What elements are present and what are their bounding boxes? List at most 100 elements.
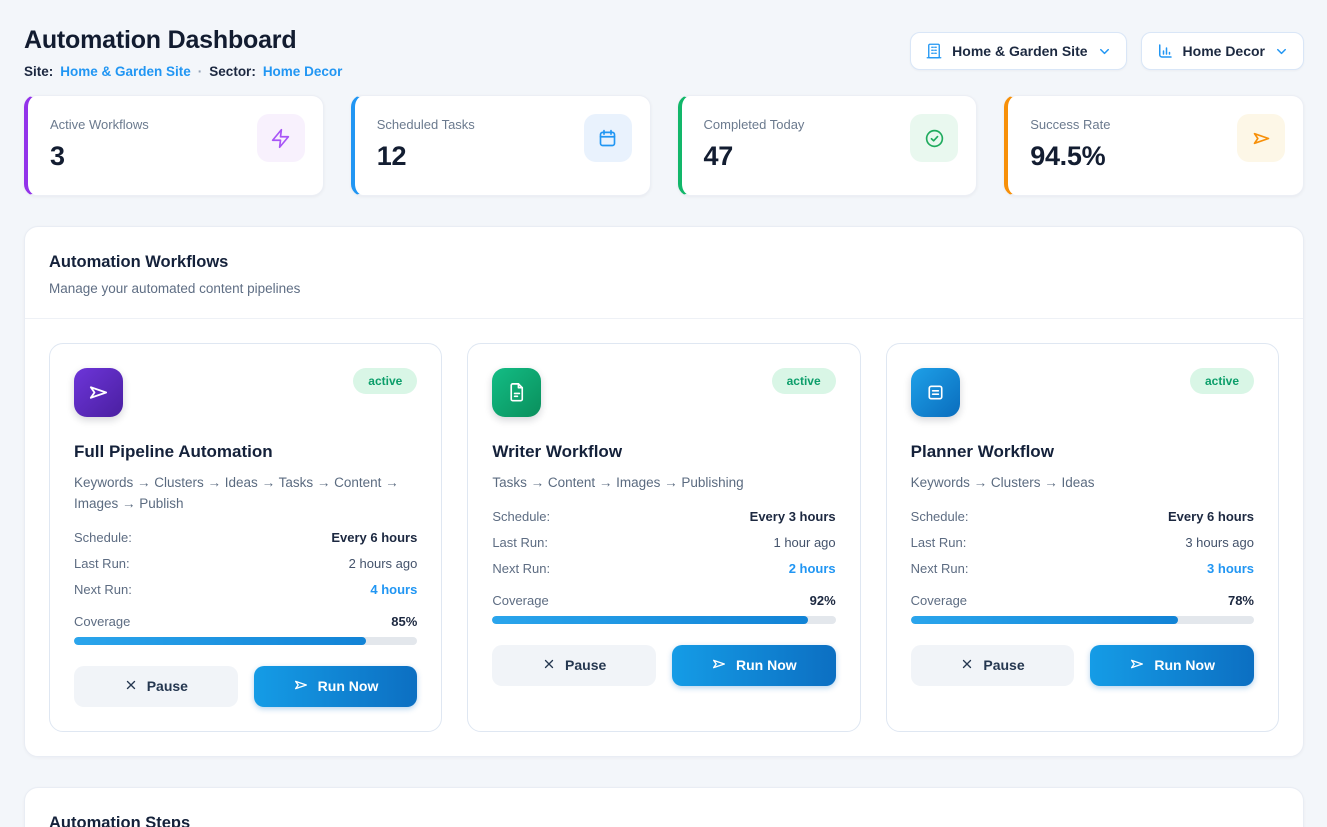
stats-row: Active Workflows 3 Scheduled Tasks 12 Co… [24, 95, 1304, 196]
site-label: Site: [24, 64, 53, 79]
bar-chart-icon [1156, 42, 1174, 60]
coverage-value: 78% [1228, 593, 1254, 608]
schedule-value: Every 3 hours [750, 509, 836, 524]
workflow-card-top: active [492, 368, 835, 417]
workflow-pipeline: Keywords → Clusters → Ideas → Tasks → Co… [74, 473, 417, 515]
workflow-title: Writer Workflow [492, 442, 835, 462]
page-title: Automation Dashboard [24, 26, 342, 55]
pause-button-label: Pause [565, 657, 606, 673]
header-left: Automation Dashboard Site: Home & Garden… [24, 26, 342, 79]
workflow-meta: Schedule: Every 6 hours Last Run: 3 hours … [911, 509, 1254, 587]
workflow-card-full-pipeline: active Full Pipeline Automation Keywords… [49, 343, 442, 732]
lightning-icon [257, 114, 305, 162]
coverage-progress-fill [492, 616, 808, 624]
workflow-meta: Schedule: Every 6 hours Last Run: 2 hours … [74, 530, 417, 608]
workflow-title: Planner Workflow [911, 442, 1254, 462]
pause-button-label: Pause [147, 678, 188, 694]
pause-button[interactable]: Pause [492, 645, 656, 686]
calendar-icon [584, 114, 632, 162]
coverage-label: Coverage [74, 614, 130, 629]
site-selector-dropdown[interactable]: Home & Garden Site [910, 32, 1126, 70]
workflows-panel-header: Automation Workflows Manage your automat… [25, 227, 1303, 319]
stat-card-scheduled-tasks: Scheduled Tasks 12 [351, 95, 651, 196]
workflow-pipeline: Tasks → Content → Images → Publishing [492, 473, 835, 494]
x-icon [960, 657, 974, 674]
steps-panel-header: Automation Steps Configure which steps a… [25, 788, 1303, 827]
sector-selector-dropdown[interactable]: Home Decor [1141, 32, 1304, 70]
site-link[interactable]: Home & Garden Site [60, 64, 191, 79]
coverage-progressbar [74, 637, 417, 645]
send-icon [293, 677, 309, 696]
stat-card-completed-today: Completed Today 47 [678, 95, 978, 196]
run-now-button[interactable]: Run Now [254, 666, 418, 707]
workflow-title: Full Pipeline Automation [74, 442, 417, 462]
building-icon [925, 42, 943, 60]
workflow-pipeline: Keywords → Clusters → Ideas [911, 473, 1254, 494]
coverage-value: 92% [810, 593, 836, 608]
list-icon [911, 368, 960, 417]
run-now-button-label: Run Now [1154, 657, 1215, 673]
last-run-value: 3 hours ago [1185, 535, 1254, 550]
workflow-cards-grid: active Full Pipeline Automation Keywords… [25, 319, 1303, 756]
coverage-label: Coverage [911, 593, 967, 608]
workflow-card-top: active [74, 368, 417, 417]
schedule-label: Schedule: [492, 509, 550, 524]
schedule-value: Every 6 hours [331, 530, 417, 545]
coverage-block: Coverage 92% [492, 593, 835, 624]
workflows-panel-subtitle: Manage your automated content pipelines [49, 281, 1279, 296]
header-selectors: Home & Garden Site Home Decor [910, 32, 1304, 70]
workflow-card-top: active [911, 368, 1254, 417]
separator-dot: · [198, 64, 203, 79]
schedule-label: Schedule: [911, 509, 969, 524]
workflow-card-planner: active Planner Workflow Keywords → Clust… [886, 343, 1279, 732]
workflow-actions: Pause Run Now [492, 645, 835, 686]
workflow-meta: Schedule: Every 3 hours Last Run: 1 hour a… [492, 509, 835, 587]
schedule-label: Schedule: [74, 530, 132, 545]
chevron-down-icon [1274, 44, 1289, 59]
coverage-value: 85% [391, 614, 417, 629]
automation-steps-panel: Automation Steps Configure which steps a… [24, 787, 1304, 827]
run-now-button-label: Run Now [318, 678, 379, 694]
coverage-label: Coverage [492, 593, 548, 608]
stat-card-success-rate: Success Rate 94.5% [1004, 95, 1304, 196]
page-header: Automation Dashboard Site: Home & Garden… [24, 26, 1304, 79]
coverage-progressbar [492, 616, 835, 624]
status-badge: active [1190, 368, 1254, 394]
send-icon [1237, 114, 1285, 162]
x-icon [124, 678, 138, 695]
coverage-block: Coverage 78% [911, 593, 1254, 624]
next-run-value: 4 hours [370, 582, 417, 597]
coverage-progressbar [911, 616, 1254, 624]
workflow-card-writer: active Writer Workflow Tasks → Content →… [467, 343, 860, 732]
last-run-label: Last Run: [911, 535, 967, 550]
schedule-value: Every 6 hours [1168, 509, 1254, 524]
sector-link[interactable]: Home Decor [263, 64, 343, 79]
next-run-label: Next Run: [74, 582, 132, 597]
pause-button[interactable]: Pause [74, 666, 238, 707]
status-badge: active [772, 368, 836, 394]
automation-workflows-panel: Automation Workflows Manage your automat… [24, 226, 1304, 757]
workflow-actions: Pause Run Now [74, 666, 417, 707]
run-now-button[interactable]: Run Now [672, 645, 836, 686]
last-run-label: Last Run: [492, 535, 548, 550]
document-icon [492, 368, 541, 417]
last-run-value: 1 hour ago [773, 535, 835, 550]
pause-button-label: Pause [983, 657, 1024, 673]
send-icon [1129, 656, 1145, 675]
last-run-label: Last Run: [74, 556, 130, 571]
next-run-label: Next Run: [911, 561, 969, 576]
coverage-progress-fill [74, 637, 366, 645]
last-run-value: 2 hours ago [349, 556, 418, 571]
pause-button[interactable]: Pause [911, 645, 1075, 686]
workflow-actions: Pause Run Now [911, 645, 1254, 686]
workflows-panel-title: Automation Workflows [49, 253, 1279, 272]
send-icon [711, 656, 727, 675]
steps-panel-title: Automation Steps [49, 814, 1279, 827]
chevron-down-icon [1097, 44, 1112, 59]
coverage-block: Coverage 85% [74, 614, 417, 645]
run-now-button-label: Run Now [736, 657, 797, 673]
stat-card-active-workflows: Active Workflows 3 [24, 95, 324, 196]
next-run-label: Next Run: [492, 561, 550, 576]
coverage-progress-fill [911, 616, 1179, 624]
run-now-button[interactable]: Run Now [1090, 645, 1254, 686]
